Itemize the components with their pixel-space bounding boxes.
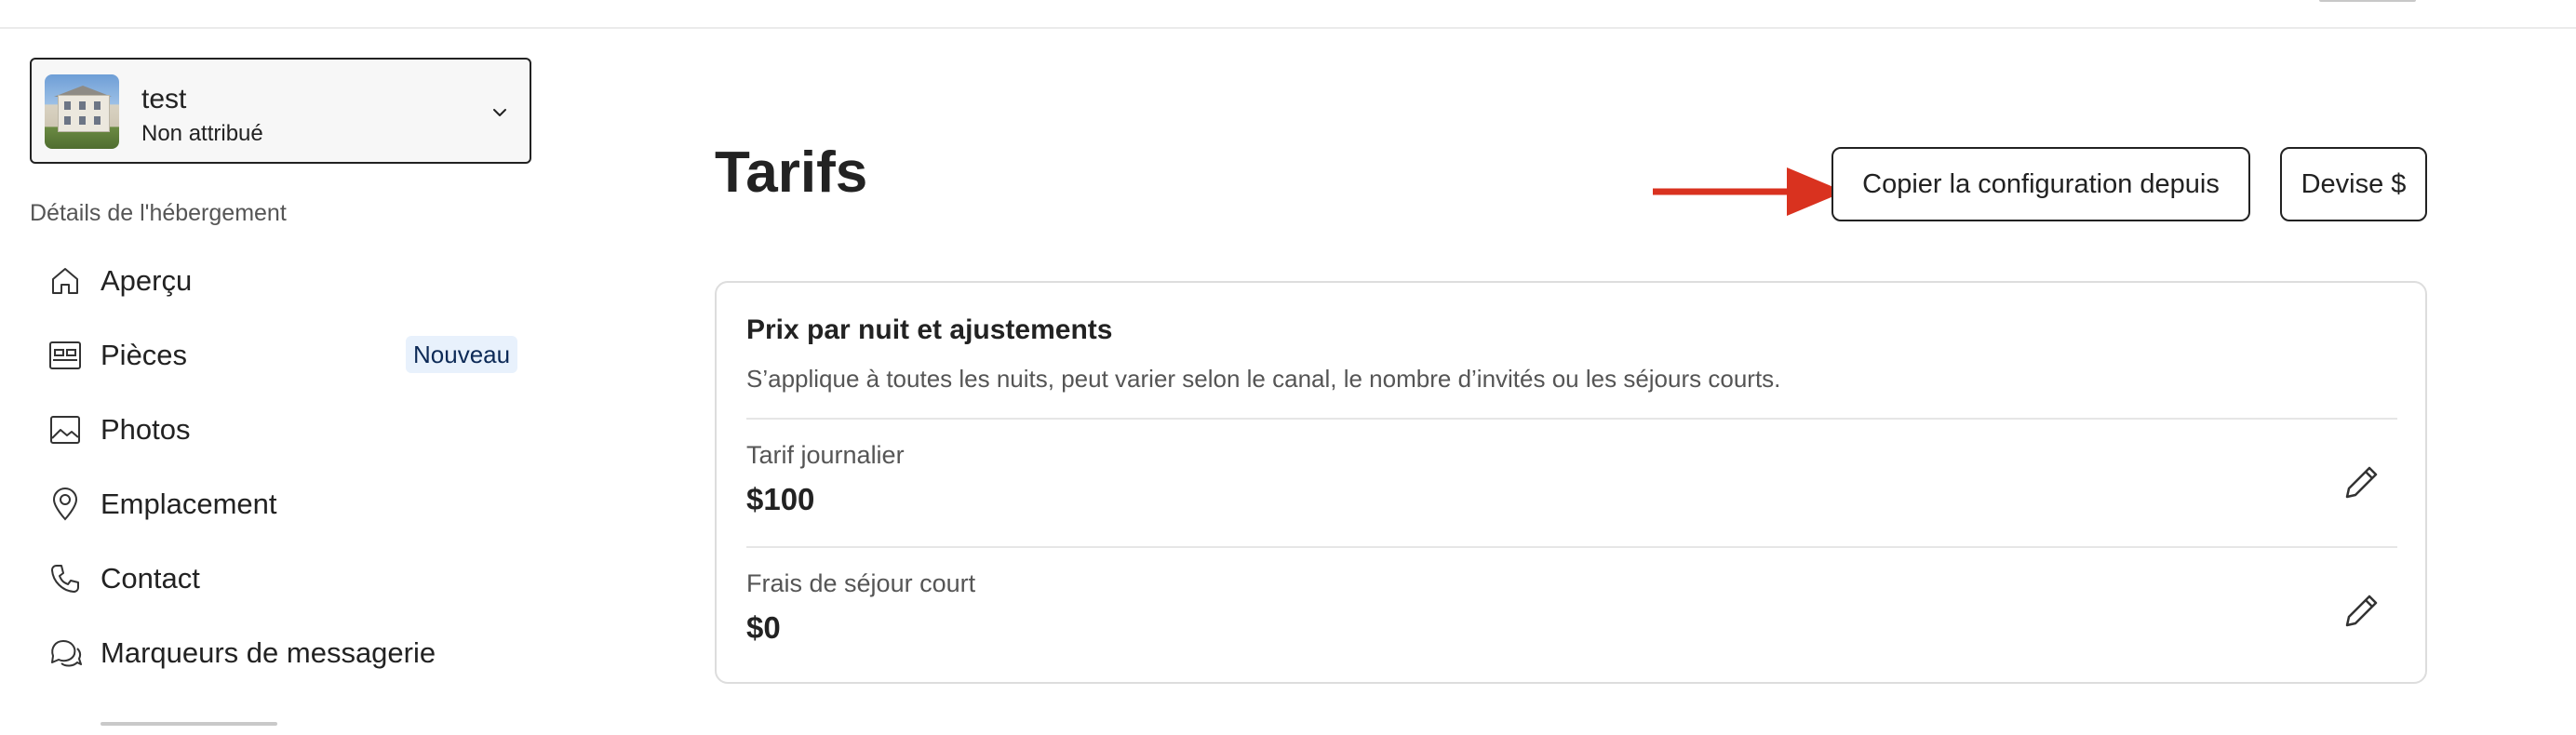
- sidebar-item-label: Marqueurs de messagerie: [101, 636, 436, 669]
- sidebar-item-partial[interactable]: [47, 722, 326, 735]
- currency-button[interactable]: Devise $: [2280, 147, 2427, 221]
- daily-rate-label: Tarif journalier: [746, 441, 905, 469]
- copy-config-button[interactable]: Copier la configuration depuis: [1831, 147, 2250, 221]
- sidebar-item-label: Photos: [101, 413, 191, 446]
- listing-selector[interactable]: test Non attribué: [30, 58, 531, 164]
- chevron-down-icon: [493, 109, 506, 116]
- top-bar-button-edge[interactable]: [2319, 0, 2416, 2]
- location-pin-icon: [47, 486, 84, 523]
- home-icon: [47, 262, 84, 300]
- bed-icon: [47, 337, 84, 374]
- edit-short-stay-fee-button[interactable]: [2340, 588, 2384, 633]
- short-stay-fee-value: $0: [746, 610, 781, 645]
- red-arrow-annotation: [1653, 167, 1845, 216]
- sidebar-item-label: Emplacement: [101, 488, 277, 520]
- sidebar-item-label: Pièces: [101, 339, 188, 371]
- divider: [746, 418, 2397, 420]
- sidebar-item-label: Contact: [101, 562, 200, 595]
- top-bar: [0, 0, 2576, 29]
- sidebar-item-contact[interactable]: Contact: [47, 551, 521, 607]
- page-title: Tarifs: [715, 140, 868, 205]
- card-description: S’applique à toutes les nuits, peut vari…: [746, 365, 1781, 393]
- pencil-icon: [2345, 595, 2378, 627]
- phone-icon: [47, 560, 84, 597]
- listing-status: Non attribué: [141, 121, 263, 146]
- new-badge: Nouveau: [406, 336, 518, 373]
- short-stay-fee-label: Frais de séjour court: [746, 569, 976, 597]
- sidebar-item-marqueurs-messagerie[interactable]: Marqueurs de messagerie: [47, 625, 521, 681]
- sidebar-item-apercu[interactable]: Aperçu: [47, 253, 521, 309]
- listing-thumbnail: [45, 74, 119, 149]
- sidebar-section-label: Détails de l'hébergement: [30, 200, 287, 226]
- chat-bubbles-icon: [47, 635, 84, 672]
- sidebar-item-photos[interactable]: Photos: [47, 402, 521, 458]
- pencil-icon: [2345, 466, 2378, 499]
- card-title: Prix par nuit et ajustements: [746, 314, 1113, 345]
- image-icon: [47, 411, 84, 448]
- sidebar-item-label: Aperçu: [101, 264, 193, 297]
- edit-daily-rate-button[interactable]: [2340, 460, 2384, 504]
- sidebar-item-emplacement[interactable]: Emplacement: [47, 476, 521, 532]
- nightly-price-card: Prix par nuit et ajustements S’applique …: [715, 281, 2427, 684]
- daily-rate-value: $100: [746, 482, 815, 516]
- divider: [746, 546, 2397, 548]
- listing-name: test: [141, 84, 187, 114]
